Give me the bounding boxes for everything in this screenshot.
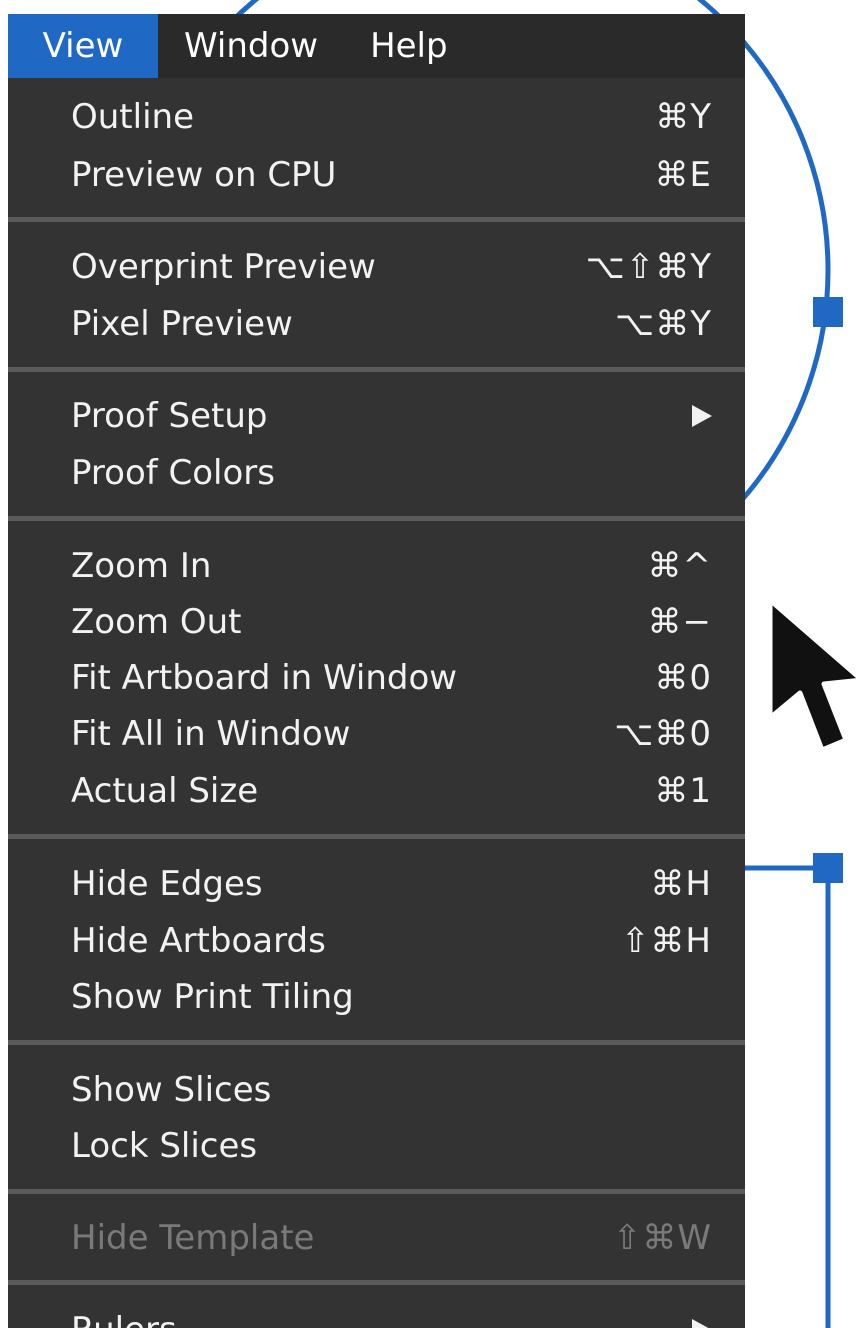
menu-item-label: Hide Artboards — [71, 921, 326, 961]
menu-item-shortcut: ⌥⇧⌘Y — [585, 247, 712, 287]
menu-separator — [8, 834, 745, 839]
menu-item-shortcut: ⇧⌘H — [620, 921, 712, 961]
menu-item-shortcut: ⌘Y — [655, 97, 712, 137]
menu-item-label: Pixel Preview — [71, 304, 293, 344]
menu-item-overprint-preview[interactable]: Overprint Preview ⌥⇧⌘Y — [8, 239, 745, 295]
menu-item-label: Preview on CPU — [71, 155, 337, 195]
menu-item-fit-all-in-window[interactable]: Fit All in Window ⌥⌘0 — [8, 706, 745, 762]
menu-item-shortcut: ⌘1 — [654, 771, 712, 811]
menu-item-rulers[interactable]: Rulers — [8, 1302, 745, 1328]
view-menu: Outline ⌘Y Preview on CPU ⌘E Overprint P… — [8, 78, 745, 1328]
menu-separator — [8, 1040, 745, 1045]
menu-item-label: Show Print Tiling — [71, 977, 354, 1017]
menu-item-actual-size[interactable]: Actual Size ⌘1 — [8, 763, 745, 819]
menu-item-label: Zoom In — [71, 546, 212, 586]
menu-separator — [8, 516, 745, 521]
menubar-item-view[interactable]: View — [8, 14, 158, 78]
menu-item-label: Overprint Preview — [71, 247, 376, 287]
menu-item-shortcut: ⌘− — [647, 602, 712, 642]
menu-item-shortcut: ⌥⌘Y — [615, 304, 712, 344]
annotation-line — [745, 865, 831, 1328]
menu-separator — [8, 1189, 745, 1194]
menu-item-label: Fit All in Window — [71, 714, 351, 754]
annotation-handle-top — [813, 297, 843, 327]
menu-item-outline[interactable]: Outline ⌘Y — [8, 89, 745, 145]
menu-item-show-slices[interactable]: Show Slices — [8, 1062, 745, 1118]
menu-item-label: Rulers — [71, 1302, 177, 1328]
menu-item-label: Show Slices — [71, 1070, 272, 1110]
menu-item-shortcut: ⌘^ — [647, 546, 712, 586]
menu-item-label: Hide Template — [71, 1218, 315, 1258]
menu-item-label: Hide Edges — [71, 864, 263, 904]
menu-item-hide-artboards[interactable]: Hide Artboards ⇧⌘H — [8, 913, 745, 969]
chevron-right-icon — [692, 405, 712, 427]
menu-item-proof-colors[interactable]: Proof Colors — [8, 445, 745, 501]
menu-item-label: Fit Artboard in Window — [71, 658, 458, 698]
menu-item-label: Actual Size — [71, 771, 259, 811]
menu-item-label: Zoom Out — [71, 602, 242, 642]
menu-item-preview-on-cpu[interactable]: Preview on CPU ⌘E — [8, 147, 745, 203]
menu-item-shortcut: ⌘E — [654, 155, 712, 195]
menu-item-proof-setup[interactable]: Proof Setup — [8, 388, 745, 444]
annotation-handle-bottom — [813, 853, 843, 883]
menu-item-fit-artboard-in-window[interactable]: Fit Artboard in Window ⌘0 — [8, 650, 745, 706]
menu-item-lock-slices[interactable]: Lock Slices — [8, 1118, 745, 1174]
menu-item-shortcut: ⌘0 — [654, 658, 712, 698]
screenshot-stage: View Window Help Outline ⌘Y Preview on C… — [0, 0, 861, 1328]
menu-item-hide-edges[interactable]: Hide Edges ⌘H — [8, 856, 745, 912]
menu-item-label: Proof Setup — [71, 396, 268, 436]
menu-bar: View Window Help — [8, 14, 745, 78]
menu-item-label: Outline — [71, 97, 195, 137]
menubar-item-help[interactable]: Help — [344, 14, 474, 78]
menu-separator — [8, 1280, 745, 1285]
menu-separator — [8, 217, 745, 222]
menu-item-shortcut: ⇧⌘W — [612, 1218, 712, 1258]
chevron-right-icon — [692, 1319, 712, 1328]
menu-item-label: Lock Slices — [71, 1126, 258, 1166]
menu-separator — [8, 367, 745, 372]
menu-item-pixel-preview[interactable]: Pixel Preview ⌥⌘Y — [8, 296, 745, 352]
menubar-item-window[interactable]: Window — [158, 14, 344, 78]
menu-item-hide-template: Hide Template ⇧⌘W — [8, 1210, 745, 1266]
menu-item-shortcut: ⌥⌘0 — [614, 714, 712, 754]
menu-item-show-print-tiling[interactable]: Show Print Tiling — [8, 969, 745, 1025]
menu-item-zoom-out[interactable]: Zoom Out ⌘− — [8, 594, 745, 650]
menu-item-zoom-in[interactable]: Zoom In ⌘^ — [8, 538, 745, 594]
menu-item-label: Proof Colors — [71, 453, 275, 493]
menu-item-shortcut: ⌘H — [650, 864, 712, 904]
